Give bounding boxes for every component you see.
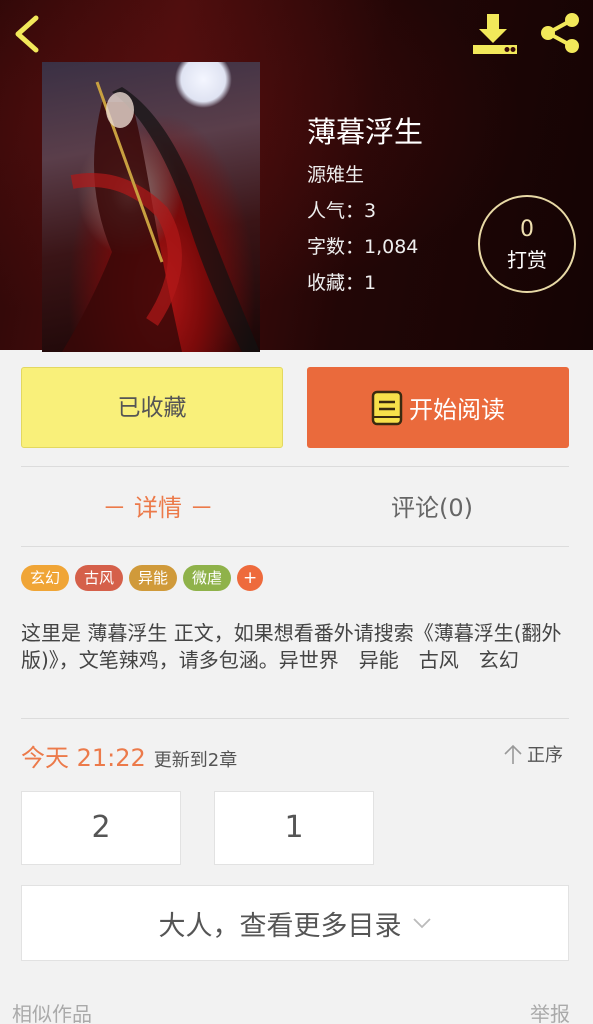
tag-weinue[interactable]: 微虐 [183,565,232,591]
word-count-stat: 字数：1,084 [307,236,419,258]
update-text: 更新到2章 [153,750,238,771]
chapter-item[interactable]: 2 [21,791,181,865]
divider [21,546,569,547]
more-catalog-button[interactable]: 大人，查看更多目录 [21,885,569,961]
arrow-up-icon [504,744,522,764]
tag-list: 玄幻 古风 异能 微虐 + [21,565,264,591]
back-button[interactable] [10,12,44,56]
sort-order-button[interactable]: 正序 [503,741,563,767]
tab-comments[interactable]: 评论(0) [295,488,569,528]
tip-button[interactable]: 0 打赏 [478,195,576,293]
favorites-stat: 收藏：1 [307,272,377,294]
chapter-item[interactable]: 1 [214,791,374,865]
chevron-left-icon [15,15,39,53]
book-author[interactable]: 源雉生 [307,162,423,188]
cover-illustration [62,81,260,352]
update-time: 今天 21:22 [21,744,146,772]
favorited-button[interactable]: 已收藏 [21,367,283,448]
tag-yineng[interactable]: 异能 [129,565,178,591]
divider [21,466,569,467]
sort-order-label: 正序 [527,745,563,766]
popularity-stat: 人气：3 [307,200,377,222]
download-button[interactable] [470,12,520,56]
add-tag-button[interactable]: + [237,565,264,591]
tip-count: 0 [520,217,534,242]
divider [21,718,569,719]
similar-works-heading: 相似作品 [12,1002,92,1024]
book-description: 这里是 薄暮浮生 正文，如果想看番外请搜索《薄暮浮生(翻外版)》，文笔辣鸡，请多… [21,621,562,672]
tag-gufeng[interactable]: 古风 [75,565,124,591]
tip-label: 打赏 [507,248,547,272]
book-cover[interactable] [42,62,260,352]
more-catalog-label: 大人，查看更多目录 [158,910,402,942]
tag-xuanhuan[interactable]: 玄幻 [21,565,70,591]
download-icon [473,14,517,54]
update-info: 今天 21:22 更新到2章 [21,738,237,773]
book-title: 薄暮浮生 [307,115,424,149]
start-reading-label: 开始阅读 [409,396,505,424]
chevron-down-icon [412,918,431,929]
report-link[interactable]: 举报 [530,998,570,1024]
share-button[interactable] [536,10,584,56]
book-icon [371,390,403,425]
start-reading-button[interactable]: 开始阅读 [307,367,569,448]
share-icon [541,13,579,53]
tab-detail[interactable]: － 详情 － [21,488,295,528]
